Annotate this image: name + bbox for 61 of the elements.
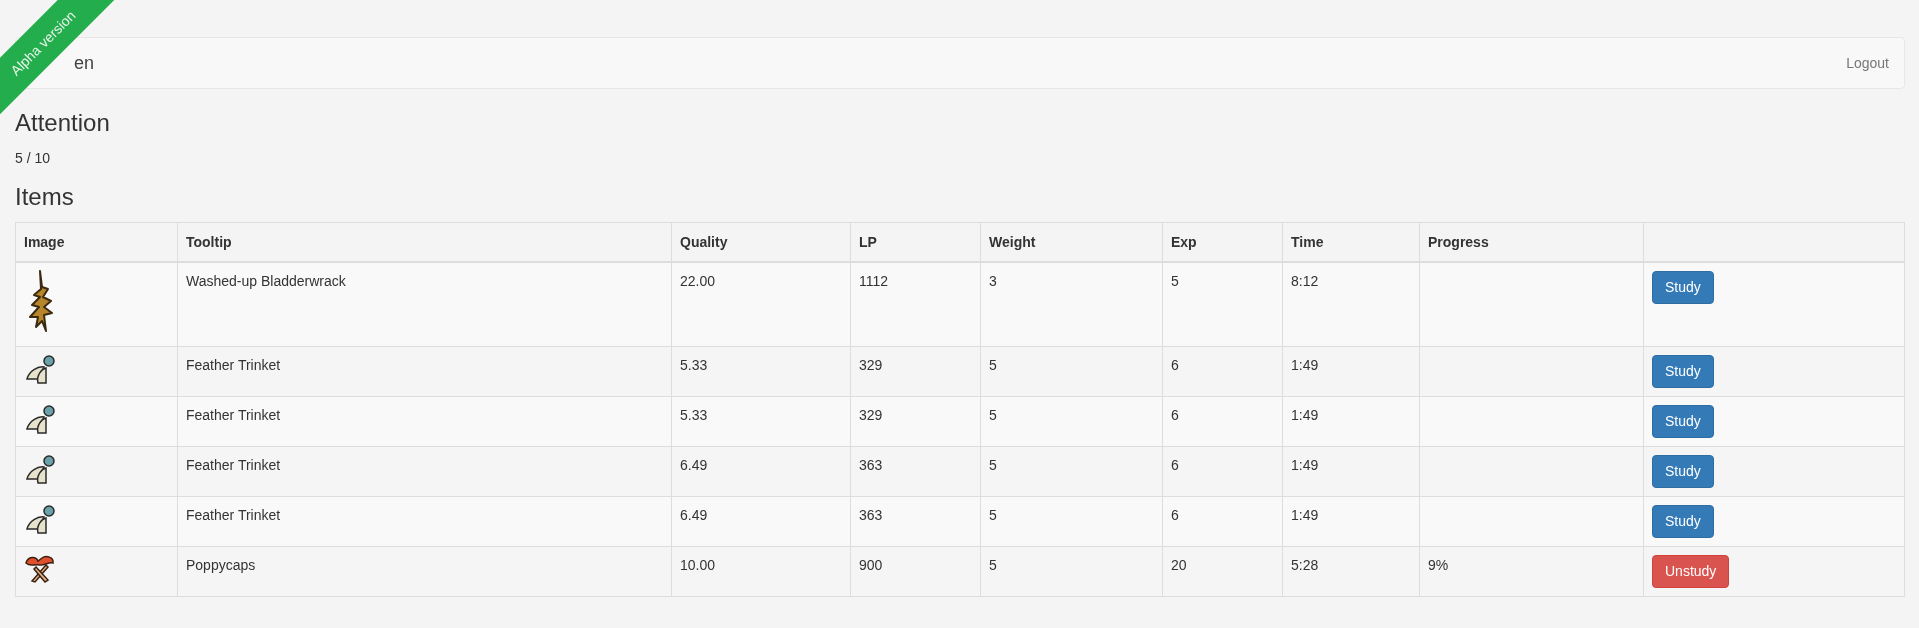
table-cell: 1:49: [1291, 457, 1319, 473]
feather-icon: [24, 353, 56, 385]
feather-icon: [24, 403, 56, 435]
table-cell: 5:28: [1291, 557, 1319, 573]
table-cell: 1:49: [1291, 357, 1319, 373]
brand[interactable]: en: [74, 52, 95, 74]
column-header: Quality: [680, 234, 728, 250]
table-cell: 3: [989, 273, 997, 289]
mushroom-icon: [24, 553, 56, 583]
column-header: Weight: [989, 234, 1036, 250]
column-header: Progress: [1428, 234, 1489, 250]
table-cell: 6.49: [680, 507, 708, 523]
table-cell: Poppycaps: [186, 557, 256, 573]
table-cell: 5: [989, 557, 997, 573]
table-cell: 329: [859, 357, 883, 373]
table-cell: 5.33: [680, 407, 708, 423]
table-cell: 1:49: [1291, 507, 1319, 523]
column-header: Image: [24, 234, 65, 250]
attention-value: 5 / 10: [15, 149, 52, 167]
table-cell: 363: [859, 507, 883, 523]
table-cell: 8:12: [1291, 273, 1319, 289]
attention-heading: Attention: [15, 109, 111, 137]
table-cell: 6: [1171, 507, 1179, 523]
table-cell: 5: [989, 357, 997, 373]
column-header: Tooltip: [186, 234, 232, 250]
table-cell: 10.00: [680, 557, 716, 573]
study-button[interactable]: Study: [1652, 455, 1714, 488]
column-header: Time: [1291, 234, 1324, 250]
study-button[interactable]: Study: [1652, 505, 1714, 538]
table-cell: 5: [989, 507, 997, 523]
unstudy-button[interactable]: Unstudy: [1652, 555, 1730, 588]
table-cell: Feather Trinket: [186, 507, 281, 523]
table-cell: 6.49: [680, 457, 708, 473]
table-cell: 900: [859, 557, 883, 573]
table-cell: 1:49: [1291, 407, 1319, 423]
study-button[interactable]: Study: [1652, 355, 1714, 388]
table-cell: 329: [859, 407, 883, 423]
table-cell: 6: [1171, 457, 1179, 473]
table-cell: 20: [1171, 557, 1187, 573]
column-header: LP: [859, 234, 877, 250]
feather-icon: [24, 453, 56, 485]
table-cell: Feather Trinket: [186, 357, 281, 373]
table-cell: 1112: [859, 273, 889, 289]
study-button[interactable]: Study: [1652, 271, 1714, 304]
progress-cell: 9%: [1428, 557, 1449, 573]
items-heading: Items: [15, 183, 75, 211]
table-cell: Feather Trinket: [186, 457, 281, 473]
table-cell: 5: [1171, 273, 1179, 289]
column-header: Exp: [1171, 234, 1197, 250]
table-cell: 6: [1171, 407, 1179, 423]
table-cell: 22.00: [680, 273, 716, 289]
table-cell: 6: [1171, 357, 1179, 373]
table-cell: 5: [989, 407, 997, 423]
feather-icon: [24, 503, 56, 535]
table-cell: 5.33: [680, 357, 708, 373]
table-cell: Washed-up Bladderwrack: [186, 273, 346, 289]
table-cell: 5: [989, 457, 997, 473]
study-button[interactable]: Study: [1652, 405, 1714, 438]
logout-link[interactable]: Logout: [1846, 55, 1889, 71]
table-cell: 363: [859, 457, 883, 473]
table-cell: Feather Trinket: [186, 407, 281, 423]
